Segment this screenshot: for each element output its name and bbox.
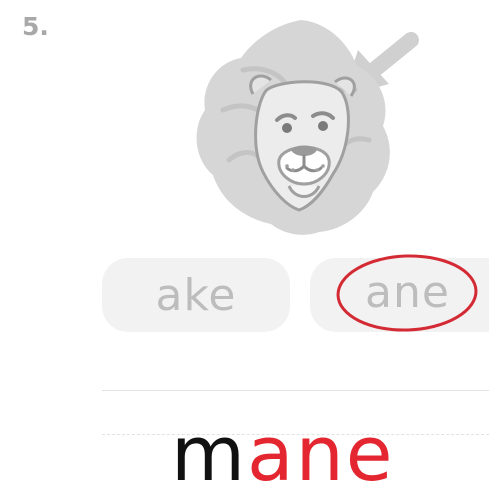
option-ane-label: ane [365,266,450,318]
answer-suffix: ane [247,409,395,498]
guide-line-top [102,390,489,391]
option-ake-button[interactable]: ake [102,258,290,332]
lion-icon [196,20,419,235]
option-ane-button[interactable]: ane [310,258,489,332]
question-number: 5. [22,12,49,41]
answer-word: mane [171,409,395,499]
option-ake-label: ake [155,269,237,321]
answer-prefix: m [171,409,248,498]
